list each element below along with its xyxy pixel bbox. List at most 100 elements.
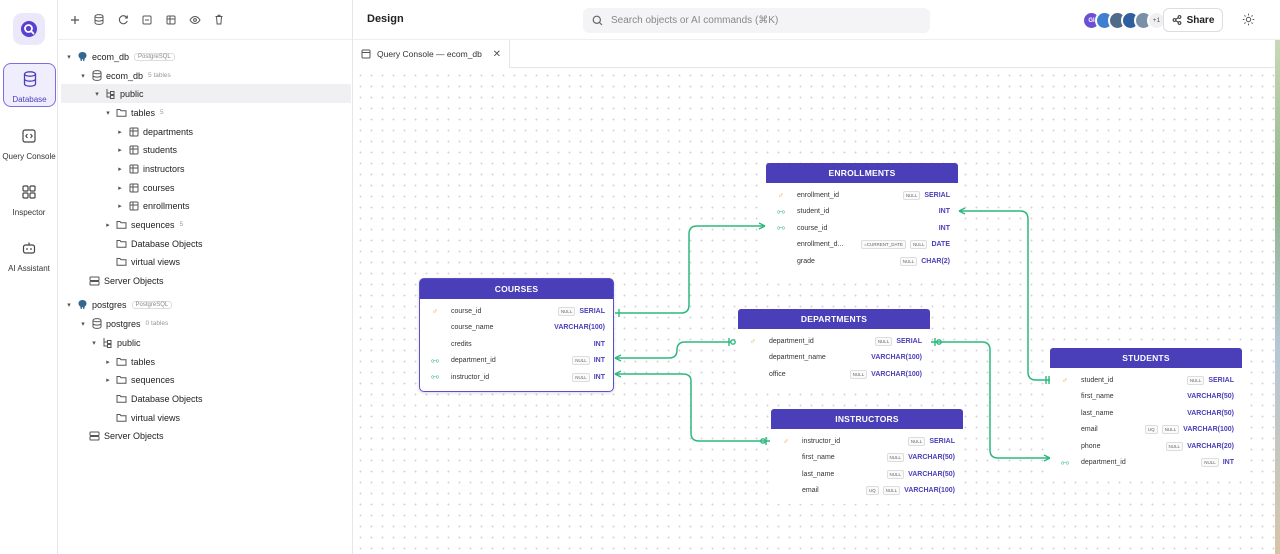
engine-badge: PostgreSQL (131, 300, 173, 309)
tree-table-courses[interactable]: ▸ courses (58, 178, 352, 197)
column-type: VARCHAR(100) (871, 370, 922, 378)
collaborator-avatars[interactable]: GI +1 (1082, 10, 1166, 31)
tree-server-ecom-db[interactable]: ▾ ecom_db PostgreSQL (58, 47, 352, 66)
entity-enrollments[interactable]: ENROLLMENTS ♂ enrollment_id NULL SERIAL ⧟ stud… (766, 163, 958, 275)
column-row[interactable]: grade NULL CHAR(2) (766, 253, 958, 270)
constraint-tag: NULL (849, 369, 868, 379)
column-tags: NULL CHAR(2) (899, 256, 950, 266)
column-row[interactable]: ♂ student_id NULL SERIAL (1050, 372, 1242, 389)
folder-icon (115, 393, 128, 405)
search-input[interactable]: Search objects or AI commands (⌘K) (583, 8, 930, 33)
chevron-right-icon: ▸ (118, 128, 122, 136)
column-row[interactable]: email UQ NULL VARCHAR(100) (1050, 422, 1242, 439)
column-row[interactable]: ♂ course_id NULL SERIAL (420, 303, 613, 320)
foreign-key-icon: ⧟ (431, 355, 439, 365)
rail-ai-assistant[interactable]: AI Assistant (0, 237, 58, 273)
constraint-tag: NULL (886, 453, 905, 463)
tree-server-objects[interactable]: Server Objects (58, 271, 352, 290)
constraint-tag: NULL (882, 486, 901, 496)
tree-label: postgres (92, 299, 127, 310)
tree-table-instructors[interactable]: ▸ instructors (58, 159, 352, 178)
column-row[interactable]: office NULL VARCHAR(100) (738, 366, 930, 383)
entity-students[interactable]: STUDENTS ♂ student_id NULL SERIAL first_name V… (1050, 348, 1242, 476)
constraint-tag: UQ (865, 486, 879, 496)
column-row[interactable]: first_name NULL VARCHAR(50) (771, 450, 963, 467)
column-row[interactable]: ⧟ department_id NULL INT (420, 353, 613, 370)
tab-query-console[interactable]: Query Console — ecom_db ✕ (353, 40, 510, 68)
tree-database-ecom-db[interactable]: ▾ ecom_db 5 tables (58, 66, 352, 85)
collapse-icon[interactable] (140, 13, 154, 27)
close-icon[interactable]: ✕ (493, 49, 501, 60)
column-row[interactable]: ⧟ course_id INT (766, 220, 958, 237)
column-name: department_id (1081, 459, 1126, 467)
tree-server-objects-2[interactable]: Server Objects (58, 426, 352, 445)
primary-key-icon: ♂ (750, 336, 756, 346)
tree-folder-tables-2[interactable]: ▸ tables (58, 352, 352, 371)
column-row[interactable]: last_name NULL VARCHAR(50) (771, 466, 963, 483)
folder-icon (115, 238, 128, 250)
column-name: enrollment_d... (797, 241, 844, 249)
tree-table-enrollments[interactable]: ▸ enrollments (58, 196, 352, 215)
entity-courses[interactable]: COURSES ♂ course_id NULL SERIAL course_name VA… (419, 278, 614, 392)
rail-inspector[interactable]: Inspector (0, 181, 58, 217)
tree-schema-public-2[interactable]: ▾ public (58, 333, 352, 352)
share-button[interactable]: Share (1163, 8, 1223, 32)
column-row[interactable]: department_name VARCHAR(100) (738, 350, 930, 367)
column-row[interactable]: ⧟ department_id NULL INT (1050, 455, 1242, 472)
column-row[interactable]: email UQ NULL VARCHAR(100) (771, 483, 963, 500)
entity-departments[interactable]: DEPARTMENTS ♂ department_id NULL SERIAL depar… (738, 309, 930, 388)
new-database-icon[interactable] (92, 13, 106, 27)
column-tags: UQ NULL VARCHAR(100) (1144, 425, 1234, 435)
rail-database[interactable]: Database (3, 63, 56, 107)
trash-icon[interactable] (212, 13, 226, 27)
tree-label: Server Objects (104, 275, 164, 286)
column-type: INT (593, 373, 605, 381)
server-icon (88, 430, 101, 442)
theme-toggle-sun-icon[interactable] (1242, 13, 1255, 31)
tree-table-departments[interactable]: ▸ departments (58, 122, 352, 141)
column-row[interactable]: enrollment_d... =CURRENT_DATE NULL DATE (766, 237, 958, 254)
schema-tree-panel: ▾ ecom_db PostgreSQL ▾ ecom_db 5 tables … (58, 0, 353, 554)
column-row[interactable]: first_name VARCHAR(50) (1050, 389, 1242, 406)
column-tags: VARCHAR(100) (554, 324, 605, 331)
column-row[interactable]: ⧟ student_id INT (766, 204, 958, 221)
er-diagram-canvas[interactable]: ENROLLMENTS ♂ enrollment_id NULL SERIAL ⧟ stud… (353, 68, 1275, 554)
tree-folder-sequences[interactable]: ▸ sequences 5 (58, 215, 352, 234)
entity-instructors[interactable]: INSTRUCTORS ♂ instructor_id NULL SERIAL first… (771, 409, 963, 504)
column-row[interactable]: ⧟ instructor_id NULL INT (420, 369, 613, 386)
tree-database-postgres[interactable]: ▾ postgres 0 tables (58, 314, 352, 333)
column-name: office (769, 370, 786, 378)
tree-folder-virtual-views-2[interactable]: virtual views (58, 408, 352, 427)
column-row[interactable]: credits INT (420, 336, 613, 353)
table-icon[interactable] (164, 13, 178, 27)
column-tags: NULL VARCHAR(50) (886, 469, 955, 479)
tree-table-students[interactable]: ▸ students (58, 140, 352, 159)
column-type: VARCHAR(50) (1187, 409, 1234, 417)
constraint-tag: NULL (1165, 441, 1184, 451)
sequence-count: 5 (179, 221, 184, 228)
tree-folder-database-objects[interactable]: Database Objects (58, 234, 352, 253)
column-row[interactable]: ♂ enrollment_id NULL SERIAL (766, 187, 958, 204)
tree-label: enrollments (143, 200, 190, 211)
entity-title: DEPARTMENTS (738, 309, 930, 329)
app-logo[interactable] (13, 13, 45, 45)
tree-folder-sequences-2[interactable]: ▸ sequences (58, 370, 352, 389)
column-row[interactable]: phone NULL VARCHAR(20) (1050, 438, 1242, 455)
column-row[interactable]: course_name VARCHAR(100) (420, 320, 613, 337)
column-name: student_id (1081, 376, 1114, 384)
column-row[interactable]: ♂ department_id NULL SERIAL (738, 333, 930, 350)
tree-schema-public[interactable]: ▾ public (61, 84, 351, 103)
tree-folder-database-objects-2[interactable]: Database Objects (58, 389, 352, 408)
eye-icon[interactable] (188, 13, 202, 27)
chevron-right-icon: ▸ (106, 376, 110, 384)
column-row[interactable]: ♂ instructor_id NULL SERIAL (771, 433, 963, 450)
rail-query-console[interactable]: Query Console (0, 125, 58, 161)
chevron-right-icon: ▸ (118, 184, 122, 192)
column-row[interactable]: last_name VARCHAR(50) (1050, 405, 1242, 422)
chevron-right-icon: ▸ (118, 202, 122, 210)
add-icon[interactable] (68, 13, 82, 27)
tree-folder-tables[interactable]: ▾ tables 5 (58, 103, 352, 122)
tree-folder-virtual-views[interactable]: virtual views (58, 252, 352, 271)
tree-server-postgres[interactable]: ▾ postgres PostgreSQL (58, 295, 352, 314)
refresh-icon[interactable] (116, 13, 130, 27)
